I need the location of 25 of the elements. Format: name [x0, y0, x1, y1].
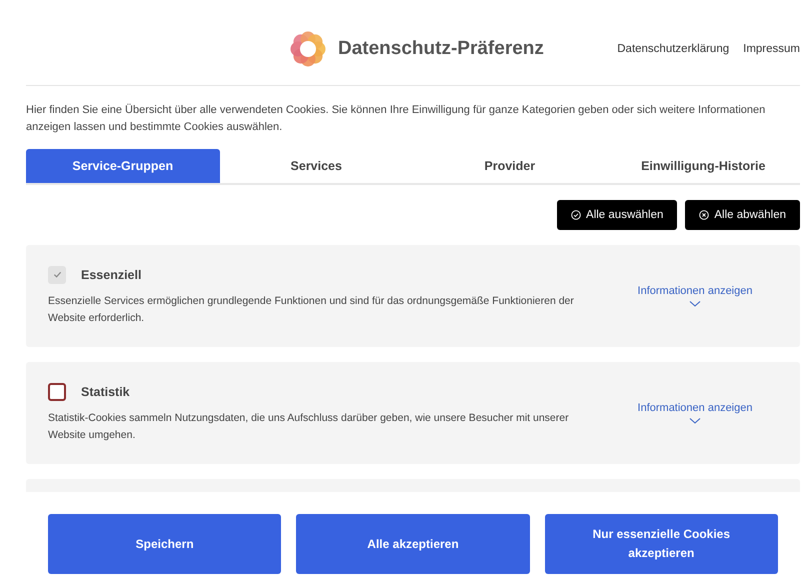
header-link[interactable]: Datenschutzerklärung — [617, 42, 730, 55]
chevron-down-icon — [689, 300, 701, 308]
page-title: Datenschutz-Präferenz — [338, 38, 544, 60]
footer-button[interactable]: Alle akzeptieren — [296, 514, 530, 574]
group-name: Statistik — [81, 384, 130, 399]
group-description: Essenzielle Services ermöglichen grundlegende Funktionen und sind für das ordnungsgemäße Funktionieren der Website erforderlich. — [48, 294, 575, 326]
footer-button[interactable]: Speichern — [48, 514, 282, 574]
tab[interactable]: Einwilligung-Historie — [606, 149, 800, 184]
logo-icon — [290, 30, 326, 67]
intro-text: Hier finden Sie eine Übersicht über alle verwendeten Cookies. Sie können Ihre Einwilligung für ganze Kategorien geben oder sich weitere Informationen anzeigen lassen und bestimmte Cookies auswählen. — [26, 102, 766, 136]
check-circle-icon — [571, 210, 582, 220]
check-icon — [52, 270, 62, 280]
header-link[interactable]: Impressum — [743, 42, 800, 55]
bulk-action-button[interactable]: Alle abwählen — [685, 200, 800, 230]
x-circle-icon — [699, 210, 710, 220]
group-name: Essenziell — [81, 268, 142, 282]
bulk-action-button[interactable]: Alle auswählen — [557, 200, 678, 230]
footer-button[interactable]: Nur essenzielle Cookies akzeptieren — [544, 514, 778, 574]
checkbox[interactable] — [48, 382, 66, 401]
tab[interactable]: Services — [220, 149, 413, 184]
group-description: Statistik-Cookies sammeln Nutzungsdaten, die uns Aufschluss darüber geben, wie unsere Besucher mit unserer Website umgehen. — [48, 410, 570, 443]
tab[interactable]: Provider — [413, 149, 606, 184]
tab[interactable]: Service-Gruppen — [26, 149, 220, 184]
info-link[interactable]: Informationen anzeigen — [610, 402, 780, 425]
chevron-down-icon — [689, 416, 701, 425]
